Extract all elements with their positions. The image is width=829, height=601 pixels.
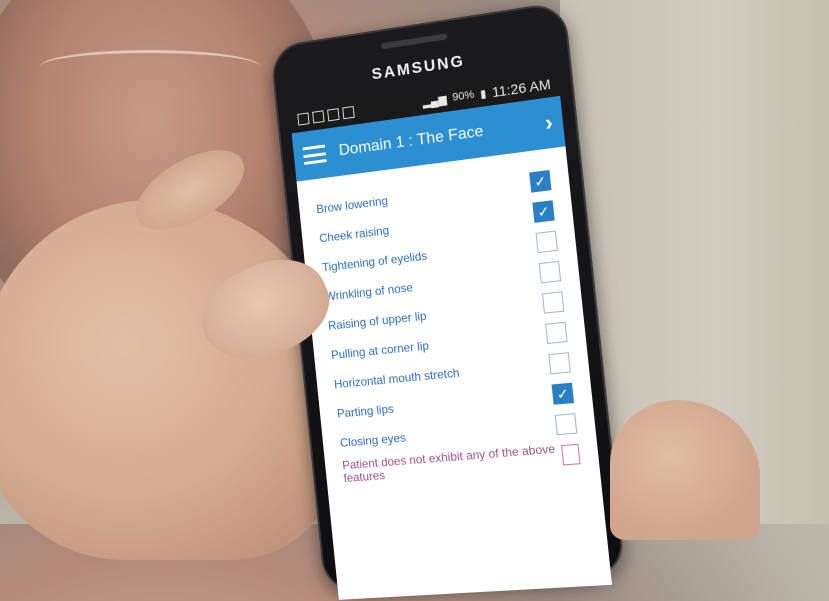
notification-icon [342, 105, 355, 120]
clock: 11:26 AM [491, 75, 552, 101]
checklist-item-label: Closing eyes [339, 430, 407, 450]
signal-icon: ▂▄▆ [421, 93, 448, 109]
chevron-right-icon[interactable]: › [544, 109, 554, 136]
checklist-item-label: Wrinkling of nose [324, 280, 414, 304]
phone-screen: ▂▄▆ 90% ▮ 11:26 AM Domain 1 : The Face ›… [289, 69, 613, 600]
checklist-item-label: Brow lowering [315, 193, 389, 217]
checklist-item-label: Tightening of eyelids [321, 248, 428, 275]
checkbox[interactable] [560, 443, 581, 466]
notification-icon [312, 110, 325, 124]
checklist-item-label: Cheek raising [318, 223, 390, 246]
checkbox[interactable] [545, 321, 568, 345]
checklist-item-label: Parting lips [336, 401, 395, 421]
checkbox-checked[interactable]: ✓ [551, 382, 575, 405]
phone-speaker [381, 33, 448, 50]
battery-icon: ▮ [479, 87, 487, 101]
checkbox-checked[interactable]: ✓ [532, 200, 555, 223]
battery-percent: 90% [451, 88, 475, 104]
checkbox[interactable] [535, 230, 558, 254]
notification-icon [327, 108, 340, 122]
checkbox[interactable] [538, 260, 562, 284]
notification-icons [297, 105, 355, 126]
checkbox[interactable] [541, 291, 565, 314]
checkbox[interactable] [554, 413, 578, 436]
background-glasses [40, 50, 260, 83]
feature-checklist: Brow lowering ✓ Cheek raising ✓ Tightening o… [297, 146, 600, 488]
checkbox-checked[interactable]: ✓ [529, 169, 552, 193]
checklist-item-label: Horizontal mouth stretch [333, 365, 461, 392]
checklist-item-label: Raising of upper lip [327, 308, 428, 333]
checkbox[interactable] [548, 352, 571, 375]
hamburger-menu-icon[interactable] [302, 144, 327, 165]
checklist-item-label: Pulling at corner lip [330, 338, 430, 363]
notification-icon [297, 112, 310, 126]
